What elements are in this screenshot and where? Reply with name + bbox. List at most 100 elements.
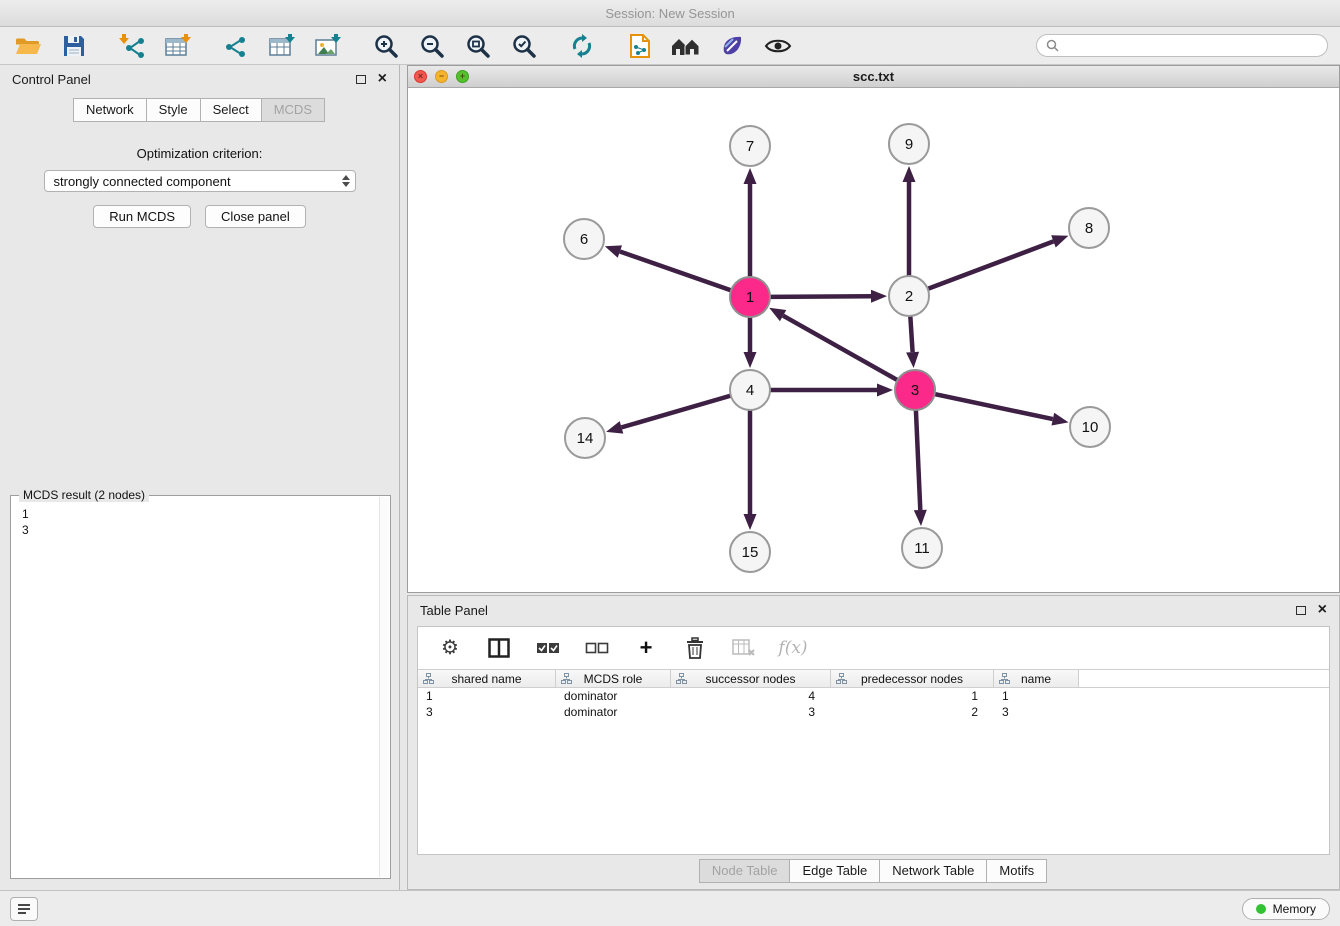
minimize-window-button[interactable]: − xyxy=(435,70,448,83)
graph-node-14[interactable]: 14 xyxy=(565,418,605,458)
cell-name[interactable]: 1 xyxy=(994,689,1079,703)
eye-icon xyxy=(764,37,792,55)
open-session-button[interactable] xyxy=(12,31,44,61)
zoom-window-button[interactable]: + xyxy=(456,70,469,83)
column-header-name[interactable]: name xyxy=(994,670,1079,687)
table-row[interactable]: 1dominator411 xyxy=(418,688,1329,704)
tab-network-table[interactable]: Network Table xyxy=(879,859,987,883)
tab-select[interactable]: Select xyxy=(200,98,262,122)
control-panel-header: Control Panel × xyxy=(0,65,399,93)
export-network-button[interactable] xyxy=(220,31,252,61)
graph-node-9[interactable]: 9 xyxy=(889,124,929,164)
table-settings-button[interactable]: ⚙ xyxy=(434,633,466,663)
column-label: name xyxy=(1021,672,1051,686)
criterion-dropdown[interactable]: strongly connected component xyxy=(44,170,356,192)
graph-node-4[interactable]: 4 xyxy=(730,370,770,410)
list-icon xyxy=(17,903,31,915)
svg-text:2: 2 xyxy=(905,288,913,305)
close-panel-button[interactable]: Close panel xyxy=(205,205,306,228)
columns-icon xyxy=(488,638,510,658)
import-network-button[interactable] xyxy=(116,31,148,61)
run-mcds-button[interactable]: Run MCDS xyxy=(93,205,191,228)
graph-node-15[interactable]: 15 xyxy=(730,532,770,572)
select-all-button[interactable] xyxy=(532,633,564,663)
tab-network[interactable]: Network xyxy=(73,98,147,122)
window-title: Session: New Session xyxy=(605,6,734,21)
close-window-button[interactable]: × xyxy=(414,70,427,83)
cell-name[interactable]: 3 xyxy=(994,705,1079,719)
graph-node-3[interactable]: 3 xyxy=(895,370,935,410)
graph-edge-1-2[interactable] xyxy=(770,290,887,303)
graph-edge-1-6[interactable] xyxy=(605,245,731,290)
import-table-button[interactable] xyxy=(162,31,194,61)
column-header-predecessor-nodes[interactable]: predecessor nodes xyxy=(831,670,994,687)
apply-style-button[interactable] xyxy=(716,31,748,61)
graph-edge-3-1[interactable] xyxy=(769,308,897,380)
float-panel-icon[interactable] xyxy=(356,75,366,84)
memory-button[interactable]: Memory xyxy=(1242,898,1330,920)
graph-edge-1-4[interactable] xyxy=(744,317,757,368)
float-table-panel-icon[interactable] xyxy=(1296,606,1306,615)
cell-shared-name[interactable]: 1 xyxy=(418,689,556,703)
graph-edge-2-8[interactable] xyxy=(928,235,1069,289)
column-header-MCDS-role[interactable]: MCDS role xyxy=(556,670,671,687)
graph-node-8[interactable]: 8 xyxy=(1069,208,1109,248)
result-scrollbar[interactable] xyxy=(379,497,389,877)
save-session-button[interactable] xyxy=(58,31,90,61)
layout-group xyxy=(566,31,598,61)
search-input[interactable] xyxy=(1065,39,1318,53)
graph-node-7[interactable]: 7 xyxy=(730,126,770,166)
graph-edge-1-7[interactable] xyxy=(744,168,757,277)
deselect-all-button[interactable] xyxy=(581,633,613,663)
apply-layout-button[interactable] xyxy=(566,31,598,61)
search-box[interactable] xyxy=(1036,34,1328,57)
tab-style[interactable]: Style xyxy=(146,98,201,122)
graph-node-6[interactable]: 6 xyxy=(564,219,604,259)
table-row[interactable]: 3dominator323 xyxy=(418,704,1329,720)
graph-edge-4-15[interactable] xyxy=(744,410,757,530)
add-column-button[interactable]: + xyxy=(630,633,662,663)
network-graph-canvas[interactable]: 7 9 6 8 1 2 4 3 14 10 15 11 xyxy=(408,88,1339,592)
new-network-from-selection-button[interactable] xyxy=(624,31,656,61)
graph-node-10[interactable]: 10 xyxy=(1070,407,1110,447)
column-header-successor-nodes[interactable]: successor nodes xyxy=(671,670,831,687)
zoom-in-button[interactable] xyxy=(370,31,402,61)
cell-predecessor-nodes[interactable]: 2 xyxy=(831,705,994,719)
column-header-shared-name[interactable]: shared name xyxy=(418,670,556,687)
graph-node-1[interactable]: 1 xyxy=(730,277,770,317)
cell-MCDS-role[interactable]: dominator xyxy=(556,705,671,719)
export-table-button[interactable] xyxy=(266,31,298,61)
close-panel-icon[interactable]: × xyxy=(378,71,387,87)
graph-edge-4-14[interactable] xyxy=(606,396,731,434)
graph-edge-3-11[interactable] xyxy=(914,410,927,526)
zoom-selected-button[interactable] xyxy=(508,31,540,61)
cell-successor-nodes[interactable]: 4 xyxy=(671,689,831,703)
cell-successor-nodes[interactable]: 3 xyxy=(671,705,831,719)
graph-edge-2-3[interactable] xyxy=(906,316,919,368)
tab-motifs[interactable]: Motifs xyxy=(986,859,1047,883)
graph-node-11[interactable]: 11 xyxy=(902,528,942,568)
show-columns-button[interactable] xyxy=(483,633,515,663)
show-hide-button[interactable] xyxy=(762,31,794,61)
tab-node-table[interactable]: Node Table xyxy=(699,859,791,883)
graph-edge-4-3[interactable] xyxy=(770,384,893,397)
tab-mcds[interactable]: MCDS xyxy=(261,98,325,122)
graph-edge-3-10[interactable] xyxy=(935,394,1069,425)
export-group xyxy=(220,31,344,61)
deselect-all-icon xyxy=(585,641,609,655)
home-button[interactable] xyxy=(670,31,702,61)
cell-MCDS-role[interactable]: dominator xyxy=(556,689,671,703)
tab-edge-table[interactable]: Edge Table xyxy=(789,859,880,883)
mcds-result-box: MCDS result (2 nodes) 13 xyxy=(10,495,391,879)
zoom-fit-button[interactable] xyxy=(462,31,494,61)
graph-node-2[interactable]: 2 xyxy=(889,276,929,316)
export-image-button[interactable] xyxy=(312,31,344,61)
header-filler xyxy=(1079,670,1329,687)
graph-edge-2-9[interactable] xyxy=(903,166,916,276)
delete-column-button[interactable] xyxy=(679,633,711,663)
task-history-button[interactable] xyxy=(10,897,38,921)
close-table-panel-icon[interactable]: × xyxy=(1318,602,1327,618)
cell-shared-name[interactable]: 3 xyxy=(418,705,556,719)
cell-predecessor-nodes[interactable]: 1 xyxy=(831,689,994,703)
zoom-out-button[interactable] xyxy=(416,31,448,61)
